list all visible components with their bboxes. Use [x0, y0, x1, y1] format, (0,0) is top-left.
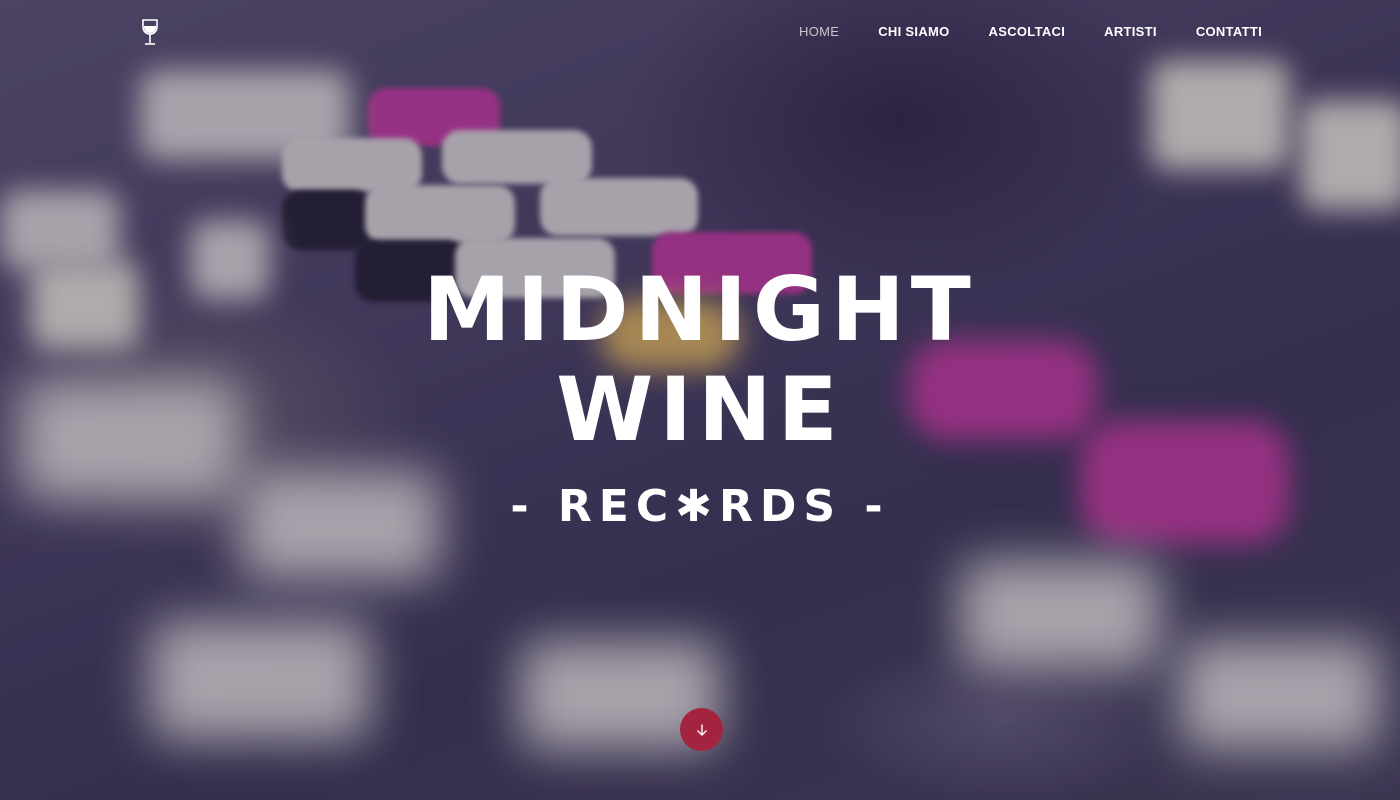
nav-item-contatti[interactable]: CONTATTI: [1196, 24, 1262, 40]
hero-section: HOME CHI SIAMO ASCOLTACI ARTISTI CONTATT…: [0, 0, 1400, 800]
title-line-wine: WINE: [556, 358, 844, 461]
title-subtitle-records: - REC✱RDS -: [510, 481, 890, 532]
hero-title: MIDNIGHT WINE - REC✱RDS -: [0, 260, 1400, 532]
wine-glass-icon[interactable]: [140, 18, 160, 46]
nav-item-chi-siamo[interactable]: CHI SIAMO: [878, 24, 949, 40]
top-navigation: HOME CHI SIAMO ASCOLTACI ARTISTI CONTATT…: [0, 0, 1400, 64]
nav-item-artisti[interactable]: ARTISTI: [1104, 24, 1157, 40]
scroll-down-button[interactable]: [680, 708, 723, 751]
nav-item-home[interactable]: HOME: [799, 24, 839, 40]
nav-item-ascoltaci[interactable]: ASCOLTACI: [989, 24, 1066, 40]
title-line-midnight: MIDNIGHT: [423, 258, 977, 361]
nav-menu: HOME CHI SIAMO ASCOLTACI ARTISTI CONTATT…: [760, 24, 1262, 40]
arrow-down-icon: [696, 724, 707, 736]
